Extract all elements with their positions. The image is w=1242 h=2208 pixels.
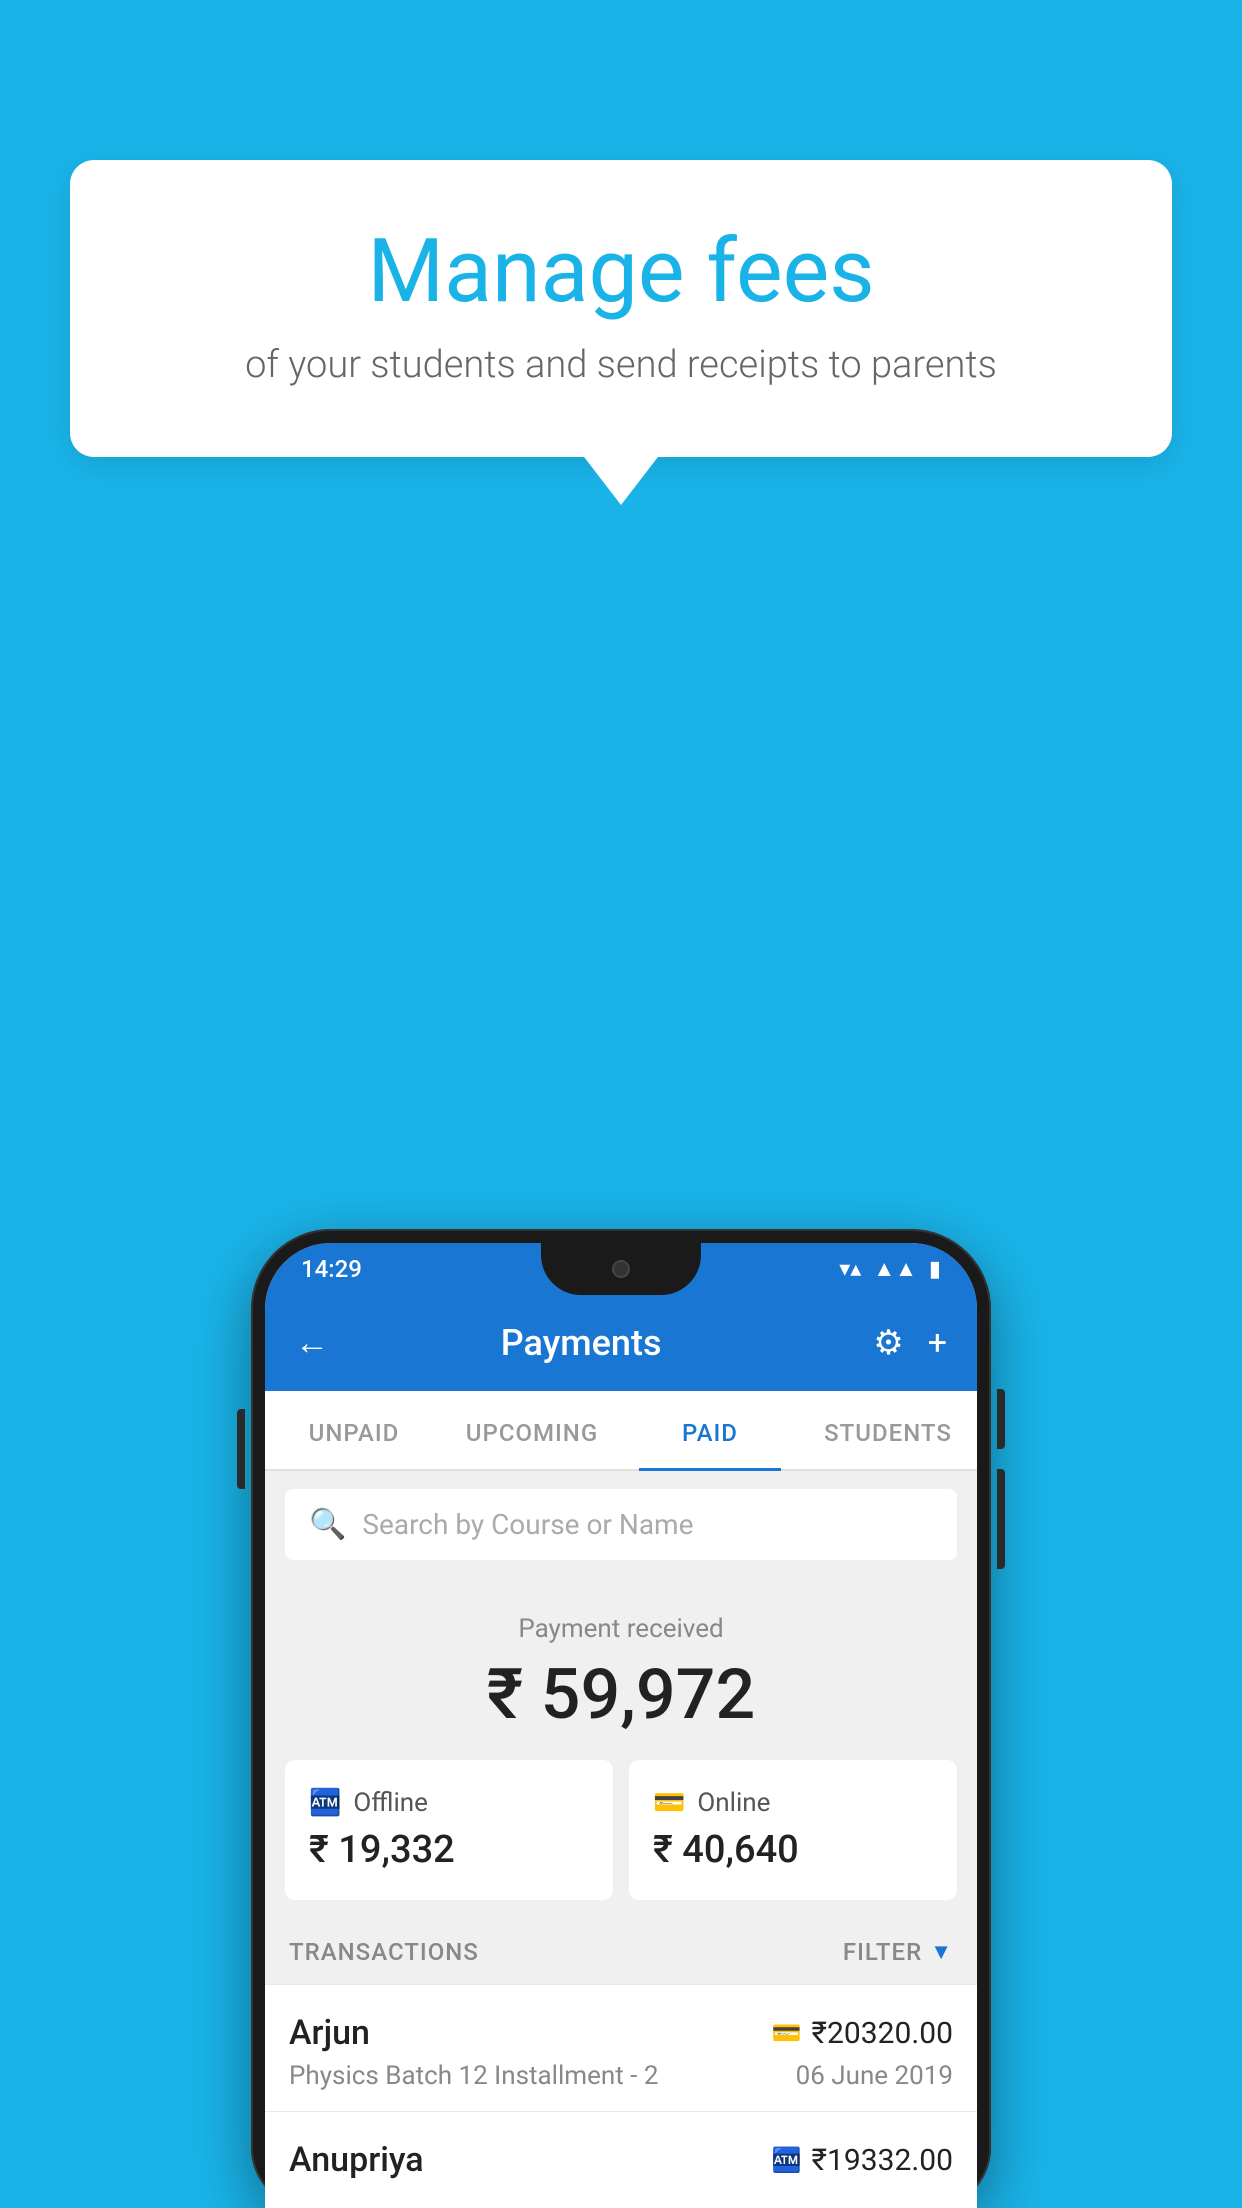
online-label: Online <box>697 1788 770 1818</box>
phone-outer: 14:29 ▾▴ ▲▲ ▮ ← Payments ⚙ + UNPAID <box>251 1229 991 2208</box>
search-input[interactable]: Search by Course or Name <box>362 1508 693 1541</box>
transaction-amount-container: 💳 ₹20320.00 <box>772 2016 953 2051</box>
phone-container: 14:29 ▾▴ ▲▲ ▮ ← Payments ⚙ + UNPAID <box>251 1229 991 2208</box>
battery-icon: ▮ <box>929 1257 941 1282</box>
payment-summary: Payment received ₹ 59,972 <box>265 1578 977 1760</box>
notch <box>541 1243 701 1295</box>
online-icon: 💳 <box>653 1788 685 1818</box>
app-bar-actions: ⚙ + <box>873 1323 947 1363</box>
transaction-row-top: Arjun 💳 ₹20320.00 <box>289 2013 953 2053</box>
camera <box>612 1260 630 1278</box>
tab-students[interactable]: STUDENTS <box>799 1391 977 1469</box>
offline-payment-card: 🏧 Offline ₹ 19,332 <box>285 1760 613 1900</box>
table-row[interactable]: Arjun 💳 ₹20320.00 Physics Batch 12 Insta… <box>265 1984 977 2111</box>
wifi-icon: ▾▴ <box>839 1257 861 1282</box>
tab-unpaid[interactable]: UNPAID <box>265 1391 443 1469</box>
filter-button[interactable]: FILTER ▼ <box>843 1938 953 1966</box>
payment-cards: 🏧 Offline ₹ 19,332 💳 Online ₹ 40,640 <box>265 1760 977 1920</box>
app-bar-title: Payments <box>309 1322 853 1364</box>
settings-icon[interactable]: ⚙ <box>873 1323 903 1363</box>
payment-type-icon: 💳 <box>772 2019 802 2047</box>
volume-down-button <box>997 1469 1005 1569</box>
offline-label: Offline <box>353 1788 428 1818</box>
add-icon[interactable]: + <box>928 1323 947 1363</box>
transaction-row-top: Anupriya 🏧 ₹19332.00 <box>289 2140 953 2180</box>
transaction-amount: ₹19332.00 <box>812 2143 953 2178</box>
filter-label: FILTER <box>843 1938 922 1966</box>
payment-type-icon: 🏧 <box>772 2146 802 2174</box>
online-card-header: 💳 Online <box>653 1788 933 1818</box>
offline-icon: 🏧 <box>309 1788 341 1818</box>
signal-icon: ▲▲ <box>873 1256 917 1282</box>
search-bar[interactable]: 🔍 Search by Course or Name <box>285 1489 957 1560</box>
hero-card: Manage fees of your students and send re… <box>70 160 1172 457</box>
online-amount: ₹ 40,640 <box>653 1828 933 1872</box>
tabs-bar: UNPAID UPCOMING PAID STUDENTS <box>265 1391 977 1471</box>
transaction-amount: ₹20320.00 <box>812 2016 953 2051</box>
transaction-amount-container: 🏧 ₹19332.00 <box>772 2143 953 2178</box>
transaction-course: Physics Batch 12 Installment - 2 <box>289 2061 658 2091</box>
status-icons: ▾▴ ▲▲ ▮ <box>839 1256 941 1282</box>
tab-upcoming[interactable]: UPCOMING <box>443 1391 621 1469</box>
volume-button <box>237 1409 245 1489</box>
transaction-date: 06 June 2019 <box>796 2061 953 2091</box>
transactions-header: TRANSACTIONS FILTER ▼ <box>265 1920 977 1984</box>
phone-screen: 14:29 ▾▴ ▲▲ ▮ ← Payments ⚙ + UNPAID <box>265 1243 977 2208</box>
payment-total-amount: ₹ 59,972 <box>295 1654 947 1736</box>
tab-paid[interactable]: PAID <box>621 1391 799 1469</box>
table-row[interactable]: Anupriya 🏧 ₹19332.00 <box>265 2111 977 2208</box>
app-bar: ← Payments ⚙ + <box>265 1295 977 1391</box>
content-area: 🔍 Search by Course or Name Payment recei… <box>265 1489 977 2208</box>
search-icon: 🔍 <box>309 1507 346 1542</box>
hero-subtitle: of your students and send receipts to pa… <box>150 343 1092 387</box>
transaction-name: Anupriya <box>289 2140 424 2180</box>
transaction-name: Arjun <box>289 2013 370 2053</box>
transaction-row-bottom: Physics Batch 12 Installment - 2 06 June… <box>289 2061 953 2091</box>
offline-amount: ₹ 19,332 <box>309 1828 589 1872</box>
payment-received-label: Payment received <box>295 1614 947 1644</box>
transactions-label: TRANSACTIONS <box>289 1938 479 1966</box>
power-button <box>997 1389 1005 1449</box>
filter-icon: ▼ <box>930 1939 953 1965</box>
online-payment-card: 💳 Online ₹ 40,640 <box>629 1760 957 1900</box>
status-time: 14:29 <box>301 1255 362 1283</box>
offline-card-header: 🏧 Offline <box>309 1788 589 1818</box>
hero-title: Manage fees <box>150 220 1092 323</box>
